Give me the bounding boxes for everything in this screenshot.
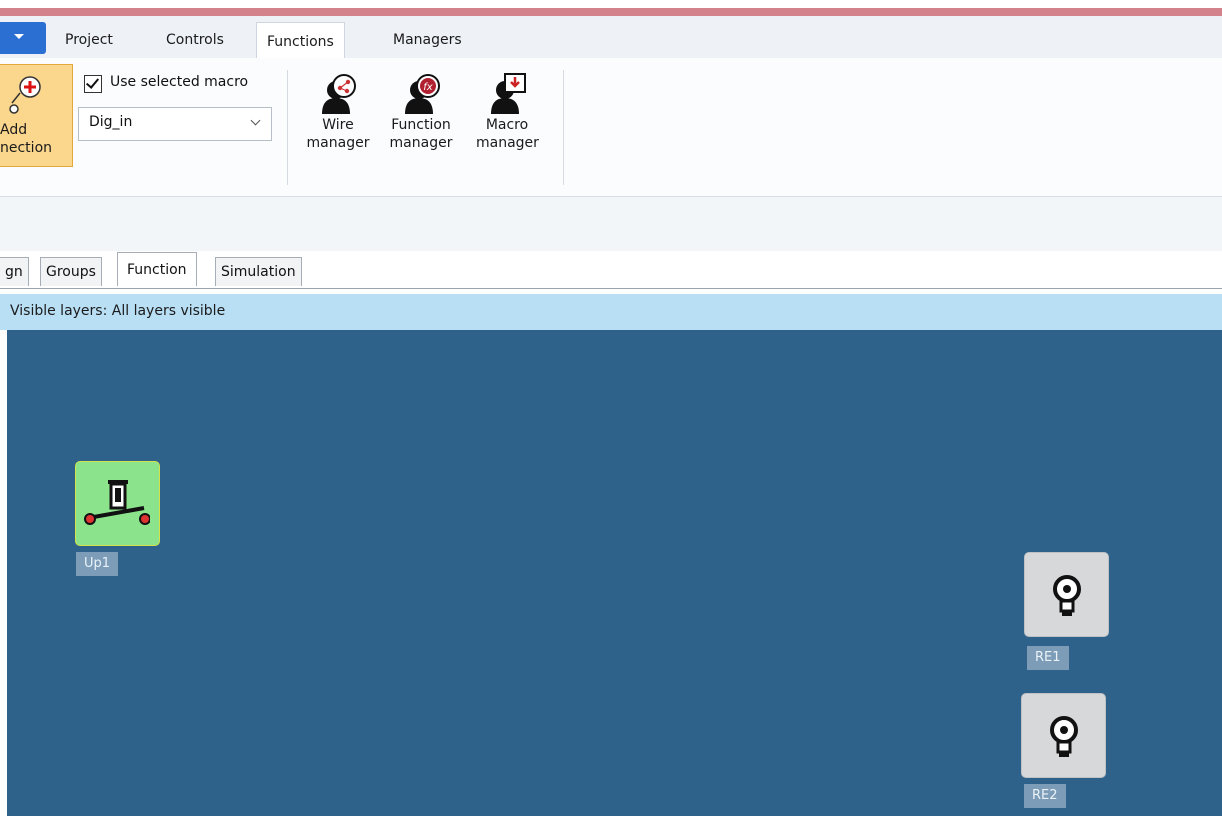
macro-select[interactable]: Dig_in — [78, 107, 272, 141]
function-manager-label-1: Function — [391, 117, 451, 133]
tab-project[interactable]: Project — [55, 26, 123, 54]
tab-function[interactable]: Function — [117, 252, 197, 286]
node-label-re2: RE2 — [1024, 784, 1066, 808]
toolbar-strip — [0, 197, 1222, 251]
add-connection-label-1: Add — [0, 122, 28, 138]
layers-bar: Visible layers: All layers visible — [0, 294, 1222, 330]
tab-controls[interactable]: Controls — [156, 26, 234, 54]
macro-manager-button[interactable]: Macro manager — [476, 72, 539, 152]
tab-groups[interactable]: Groups — [40, 257, 102, 286]
wire-manager-label-2: manager — [306, 135, 370, 151]
visible-layers-text[interactable]: Visible layers: All layers visible — [10, 303, 225, 319]
ribbon-separator — [563, 70, 564, 185]
node-label-up1: Up1 — [76, 552, 119, 576]
wire-manager-icon — [318, 72, 358, 116]
tab-functions[interactable]: Functions — [256, 22, 345, 60]
node-up1[interactable] — [75, 461, 160, 546]
add-connection-icon — [9, 76, 41, 114]
wire-manager-button[interactable]: Wire manager — [303, 72, 373, 152]
add-connection-label-2: nection — [0, 140, 53, 156]
relay-lamp-icon — [1050, 716, 1078, 757]
chevron-down-icon — [250, 115, 261, 126]
function-manager-label-2: manager — [389, 135, 453, 151]
up-switch-icon — [84, 480, 150, 525]
node-re2[interactable] — [1021, 693, 1106, 778]
svg-text:fx: fx — [423, 82, 433, 93]
relay-lamp-icon — [1053, 575, 1081, 616]
node-re1[interactable] — [1024, 552, 1109, 637]
macro-select-value: Dig_in — [89, 114, 133, 130]
checkmark-icon — [85, 75, 100, 89]
ribbon-separator — [287, 70, 288, 185]
dropdown-arrow-icon — [14, 34, 24, 39]
wire-manager-label-1: Wire — [322, 117, 354, 133]
node-label-re1: RE1 — [1027, 646, 1069, 670]
macro-manager-icon — [487, 72, 527, 116]
title-strip — [0, 0, 1222, 16]
application-menu-button[interactable] — [0, 22, 46, 54]
tab-managers[interactable]: Managers — [383, 26, 472, 54]
canvas-margin — [0, 330, 7, 816]
macro-manager-label-2: manager — [476, 135, 539, 151]
function-manager-button[interactable]: fx Function manager — [386, 72, 456, 152]
use-selected-macro-label: Use selected macro — [110, 74, 249, 90]
function-manager-icon: fx — [401, 72, 441, 116]
use-selected-macro-checkbox[interactable] — [84, 75, 102, 93]
tab-simulation[interactable]: Simulation — [215, 257, 302, 286]
macro-manager-label-1: Macro — [485, 117, 529, 133]
add-connection-button[interactable]: Add nection — [0, 64, 73, 167]
tab-design[interactable]: gn — [0, 257, 29, 286]
